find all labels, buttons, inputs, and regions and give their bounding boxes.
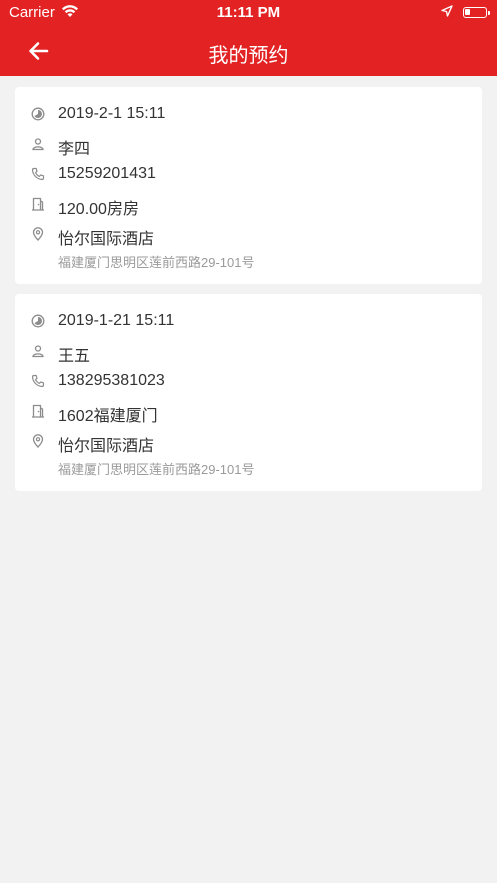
reservation-datetime: 2019-2-1 15:11 [58, 105, 166, 122]
room-row: 1602福建厦门 [15, 397, 482, 427]
status-time: 11:11 PM [216, 4, 281, 21]
reservation-datetime: 2019-1-21 15:11 [58, 312, 175, 329]
hotel-row: 怡尔国际酒店 [15, 220, 482, 250]
hotel-row: 怡尔国际酒店 [15, 427, 482, 457]
reservation-card[interactable]: 2019-1-21 15:11 王五 138295381023 1602福建厦门… [15, 294, 482, 491]
phone-row: 15259201431 [15, 160, 482, 190]
clock-icon [31, 314, 45, 328]
battery-icon [463, 7, 490, 18]
hotel-name: 怡尔国际酒店 [58, 231, 155, 248]
hotel-name: 怡尔国际酒店 [58, 438, 155, 455]
datetime-row: 2019-2-1 15:11 [15, 100, 482, 130]
guest-phone: 138295381023 [58, 372, 165, 389]
room-info: 1602福建厦门 [58, 408, 158, 425]
nav-bar: 我的预约 [0, 26, 497, 76]
name-row: 王五 [15, 337, 482, 367]
location-pin-icon [31, 434, 45, 448]
address-row: 福建厦门思明区莲前西路29-101号 [15, 250, 482, 274]
reservation-list: 2019-2-1 15:11 李四 15259201431 120.00房房 怡… [15, 87, 482, 501]
door-icon [31, 404, 45, 418]
hotel-address: 福建厦门思明区莲前西路29-101号 [58, 462, 255, 477]
guest-phone: 15259201431 [58, 165, 156, 182]
location-arrow-icon [441, 5, 453, 17]
name-row: 李四 [15, 130, 482, 160]
guest-name: 李四 [58, 141, 91, 158]
location-pin-icon [31, 227, 45, 241]
status-bar: Carrier 11:11 PM [0, 0, 497, 26]
phone-icon [31, 374, 45, 388]
guest-name: 王五 [58, 348, 91, 365]
datetime-row: 2019-1-21 15:11 [15, 307, 482, 337]
room-info: 120.00房房 [58, 201, 139, 218]
hotel-address: 福建厦门思明区莲前西路29-101号 [58, 255, 255, 270]
address-row: 福建厦门思明区莲前西路29-101号 [15, 457, 482, 481]
page-title: 我的预约 [208, 45, 289, 67]
phone-row: 138295381023 [15, 367, 482, 397]
room-row: 120.00房房 [15, 190, 482, 220]
reservation-card[interactable]: 2019-2-1 15:11 李四 15259201431 120.00房房 怡… [15, 87, 482, 284]
person-icon [31, 137, 45, 151]
person-icon [31, 344, 45, 358]
clock-icon [31, 107, 45, 121]
door-icon [31, 197, 45, 211]
phone-icon [31, 167, 45, 181]
